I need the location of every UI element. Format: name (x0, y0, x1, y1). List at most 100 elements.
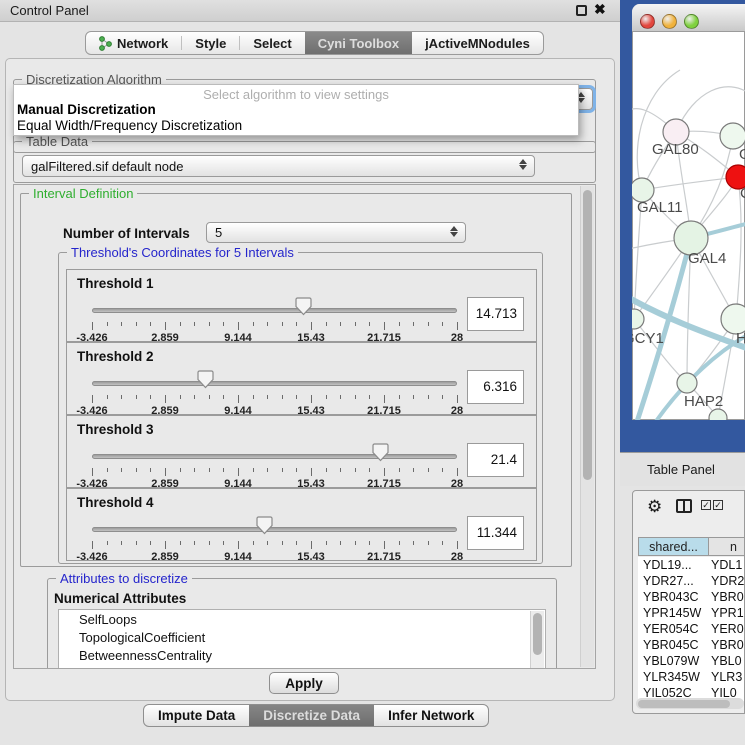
threshold-slider-thumb[interactable] (372, 443, 389, 462)
close-light-icon[interactable] (640, 14, 655, 29)
control-panel-titlebar: Control Panel ✖ (0, 0, 620, 22)
threshold-slider-thumb[interactable] (256, 516, 273, 535)
settings-scrollbar[interactable] (580, 186, 594, 667)
column-header-name[interactable]: n (708, 537, 745, 556)
table-panel-header: Table Panel (620, 452, 745, 486)
table-row[interactable]: YBR043CYBR0 (638, 589, 745, 605)
slider-ticks (92, 322, 458, 332)
popup-item-equal-width-frequency[interactable]: Equal Width/Frequency Discretization (17, 118, 242, 133)
gear-icon[interactable]: ⚙ (647, 497, 662, 517)
table-data-selected-value: galFiltered.sif default node (31, 159, 183, 174)
threshold-slider-thumb[interactable] (197, 370, 214, 389)
close-icon[interactable]: ✖ (594, 1, 606, 18)
number-of-intervals-value: 5 (215, 225, 222, 240)
table-row[interactable]: YPR145WYPR1 (638, 605, 745, 621)
threshold-value-field[interactable]: 21.4 (467, 443, 524, 477)
minimize-light-icon[interactable] (662, 14, 677, 29)
threshold-panel-4: Threshold 4-3.4262.8599.14415.4321.71528… (66, 488, 537, 561)
checkbox-icon[interactable]: ✓ (701, 500, 711, 510)
tick-label: -3.426 (76, 551, 107, 563)
tab-jactivemnodules[interactable]: jActiveMNodules (412, 32, 543, 54)
tab-network[interactable]: Network (86, 32, 181, 54)
node-label: GCY1 (632, 330, 664, 347)
threshold-label: Threshold 2 (77, 349, 154, 364)
table-scrollbar-thumb[interactable] (638, 700, 730, 708)
attributes-group: Attributes to discretize Numerical Attri… (47, 578, 557, 669)
edge[interactable] (642, 177, 738, 190)
threshold-label: Threshold 3 (77, 422, 154, 437)
threshold-panel-3: Threshold 3-3.4262.8599.14415.4321.71528… (66, 415, 537, 488)
network-canvas[interactable]: GAL80GCGAL11GAL4GCY1HHAP2 (632, 32, 745, 420)
tab-label: Cyni Toolbox (318, 36, 399, 51)
tab-label: Style (195, 36, 226, 51)
checkbox-icon[interactable]: ✓ (713, 500, 723, 510)
float-window-icon[interactable] (576, 5, 587, 16)
group-title: Table Data (22, 134, 92, 149)
node-label: GAL4 (688, 250, 726, 267)
table-data-select[interactable]: galFiltered.sif default node (22, 155, 535, 177)
threshold-slider-thumb[interactable] (295, 297, 312, 316)
threshold-slider-track[interactable] (92, 381, 457, 386)
apply-button[interactable]: Apply (269, 672, 339, 694)
bottom-tab-discretize-data[interactable]: Discretize Data (249, 705, 374, 726)
node-GCY1[interactable] (632, 309, 644, 329)
list-scrollbar[interactable] (530, 611, 544, 669)
panel-title: Control Panel (10, 3, 89, 18)
node-HAP2[interactable] (677, 373, 697, 393)
table-horizontal-scrollbar[interactable] (636, 698, 744, 709)
cell-name: YER0 (711, 622, 744, 636)
combo-arrows-icon (518, 159, 527, 170)
cell-shared-name: YDR27... (643, 574, 694, 588)
combo-arrows-icon (449, 226, 458, 237)
numerical-attributes-list[interactable]: SelfLoopsTopologicalCoefficientBetweenne… (58, 609, 546, 669)
control-panel: Control Panel ✖ Network Style Select Cyni T… (0, 0, 620, 745)
table-row[interactable]: YER054CYER0 (638, 621, 745, 637)
threshold-slider-track[interactable] (92, 454, 457, 459)
threshold-value-field[interactable]: 14.713 (467, 297, 524, 331)
tab-cyni-toolbox[interactable]: Cyni Toolbox (305, 32, 412, 54)
bottom-tab-bar: Impute DataDiscretize DataInfer Network (143, 704, 489, 727)
cell-name: YDR2 (711, 574, 744, 588)
algorithm-popup-list: Select algorithm to view settings Manual… (13, 84, 579, 136)
highlighted-edge[interactable] (632, 238, 691, 420)
node-label: GAL80 (652, 141, 699, 158)
group-title: Interval Definition (29, 186, 137, 201)
popup-item-manual-discretization[interactable]: Manual Discretization (17, 102, 156, 117)
threshold-value-field[interactable]: 11.344 (467, 516, 524, 550)
node-label: G (739, 146, 745, 163)
threshold-slider-track[interactable] (92, 308, 457, 313)
column-header-shared[interactable]: shared... (638, 537, 709, 556)
threshold-slider-track[interactable] (92, 527, 457, 532)
number-of-intervals-select[interactable]: 5 (206, 222, 466, 243)
cell-name: YDL1 (711, 558, 742, 572)
tab-select[interactable]: Select (240, 32, 304, 54)
table-row[interactable]: YBL079WYBL0 (638, 653, 745, 669)
split-column-icon[interactable] (676, 499, 692, 513)
cell-name: YBR0 (711, 638, 744, 652)
number-of-intervals-label: Number of Intervals (63, 226, 190, 241)
attribute-item[interactable]: BetweennessCentrality (59, 646, 545, 664)
table-row[interactable]: YDR27... YDR2 (638, 573, 745, 589)
bottom-tab-infer-network[interactable]: Infer Network (374, 705, 488, 726)
tick-label: 15.43 (297, 551, 325, 563)
tab-style[interactable]: Style (182, 32, 239, 54)
settings-scrollbar-thumb[interactable] (583, 190, 592, 480)
tick-label: 21.715 (367, 551, 401, 563)
node-label: HAP2 (684, 393, 723, 410)
cell-shared-name: YPR145W (643, 606, 701, 620)
table-row[interactable]: YBR045CYBR0 (638, 637, 745, 653)
threshold-label: Threshold 1 (77, 276, 154, 291)
slider-ticks (92, 395, 458, 405)
list-scrollbar-thumb[interactable] (533, 613, 542, 655)
table-row[interactable]: YDL19...YDL1 (638, 557, 745, 573)
tab-label: Network (117, 36, 168, 51)
bottom-tab-impute-data[interactable]: Impute Data (144, 705, 249, 726)
network-window-frame: GAL80GCGAL11GAL4GCY1HHAP2 (620, 0, 745, 452)
attribute-item[interactable]: SelfLoops (59, 610, 545, 628)
cell-name: YBL0 (711, 654, 742, 668)
threshold-value-field[interactable]: 6.316 (467, 370, 524, 404)
threshold-panels: Threshold 1-3.4262.8599.14415.4321.71528… (59, 253, 544, 565)
table-row[interactable]: YLR345WYLR3 (638, 669, 745, 685)
zoom-light-icon[interactable] (684, 14, 699, 29)
attribute-item[interactable]: TopologicalCoefficient (59, 628, 545, 646)
